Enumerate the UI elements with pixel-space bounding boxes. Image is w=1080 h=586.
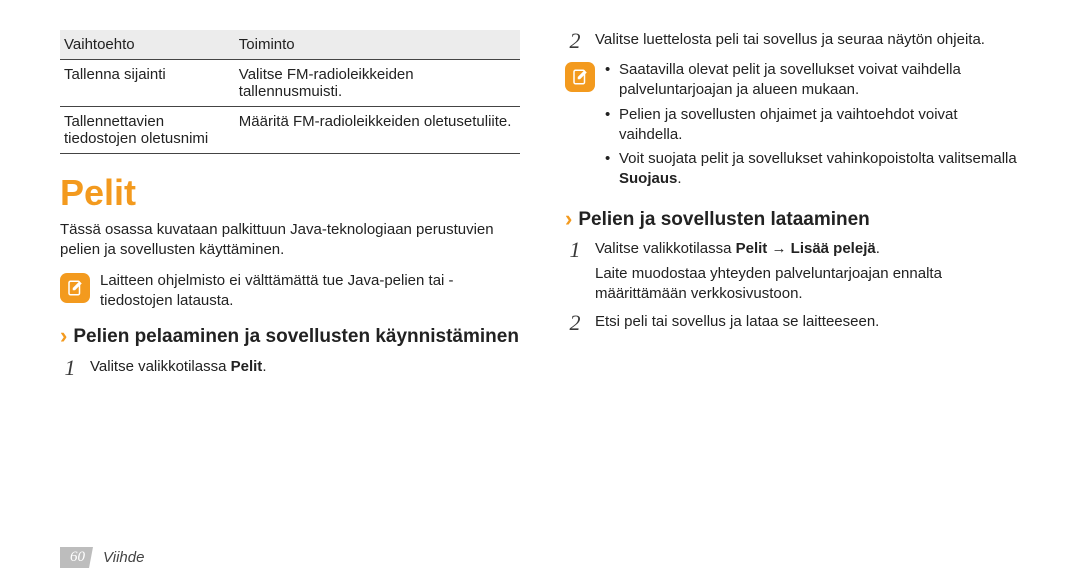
page-number: 60 <box>60 547 93 568</box>
step-row: 1 Valitse valikkotilassa Pelit. <box>60 357 520 379</box>
step-text-prefix: Valitse valikkotilassa <box>90 358 231 375</box>
chevron-icon: › <box>565 208 572 230</box>
chevron-icon: › <box>60 325 67 347</box>
subheading-download: › Pelien ja sovellusten lataaminen <box>565 208 1025 232</box>
step-number: 2 <box>565 30 585 52</box>
note-item: Saatavilla olevat pelit ja sovellukset v… <box>605 60 1025 101</box>
step-row: 2 Valitse luettelosta peli tai sovellus … <box>565 30 1025 52</box>
table-row: Tallennettavien tiedostojen oletusnimi M… <box>60 107 520 154</box>
step-extra-text: Laite muodostaa yhteyden palveluntarjoaj… <box>595 264 1025 305</box>
note-item-text: Voit suojata pelit ja sovellukset vahink… <box>619 150 1017 167</box>
step-number: 1 <box>565 239 585 261</box>
table-row: Tallenna sijainti Valitse FM-radioleikke… <box>60 60 520 107</box>
subheading-label: Pelien pelaaminen ja sovellusten käynnis… <box>73 325 519 349</box>
note-item: Pelien ja sovellusten ohjaimet ja vaihto… <box>605 105 1025 146</box>
note-text: Laitteen ohjelmisto ei välttämättä tue J… <box>100 271 520 312</box>
option-name: Tallennettavien tiedostojen oletusnimi <box>60 107 235 154</box>
note-icon <box>565 62 595 92</box>
page-footer: 60 Viihde <box>60 547 144 568</box>
note-block: Saatavilla olevat pelit ja sovellukset v… <box>565 60 1025 194</box>
note-item-bold: Suojaus <box>619 170 677 187</box>
step-text-bold: Pelit <box>231 358 263 375</box>
option-desc: Valitse FM-radioleikkeiden tallennusmuis… <box>235 60 520 107</box>
footer-section-name: Viihde <box>103 549 144 566</box>
note-item-suffix: . <box>677 170 681 187</box>
option-name: Tallenna sijainti <box>60 60 235 107</box>
note-block: Laitteen ohjelmisto ei välttämättä tue J… <box>60 271 520 312</box>
step-text-suffix: . <box>876 240 880 257</box>
step-number: 2 <box>565 312 585 334</box>
step-text-bold: Lisää pelejä <box>791 240 876 257</box>
step-row: 1 Valitse valikkotilassa Pelit → Lisää p… <box>565 239 1025 304</box>
note-icon <box>60 273 90 303</box>
table-header-option: Vaihtoehto <box>60 30 235 60</box>
subheading-play-launch: › Pelien pelaaminen ja sovellusten käynn… <box>60 325 520 349</box>
step-text-prefix: Valitse valikkotilassa <box>595 240 736 257</box>
step-row: 2 Etsi peli tai sovellus ja lataa se lai… <box>565 312 1025 334</box>
step-text: Valitse valikkotilassa Pelit. <box>90 357 266 377</box>
step-number: 1 <box>60 357 80 379</box>
step-text-bold: Pelit <box>736 240 768 257</box>
table-header-function: Toiminto <box>235 30 520 60</box>
arrow-text: → <box>767 240 790 257</box>
step-text: Etsi peli tai sovellus ja lataa se laitt… <box>595 312 879 332</box>
subheading-label: Pelien ja sovellusten lataaminen <box>578 208 869 232</box>
option-desc: Määritä FM-radioleikkeiden oletusetuliit… <box>235 107 520 154</box>
section-heading-pelit: Pelit <box>60 172 520 214</box>
note-item: Voit suojata pelit ja sovellukset vahink… <box>605 149 1025 190</box>
step-text: Valitse valikkotilassa Pelit → Lisää pel… <box>595 239 1025 304</box>
step-text-suffix: . <box>262 358 266 375</box>
step-text: Valitse luettelosta peli tai sovellus ja… <box>595 30 985 50</box>
section-intro: Tässä osassa kuvataan palkittuun Java-te… <box>60 220 520 261</box>
note-text: Saatavilla olevat pelit ja sovellukset v… <box>605 60 1025 194</box>
options-table: Vaihtoehto Toiminto Tallenna sijainti Va… <box>60 30 520 154</box>
